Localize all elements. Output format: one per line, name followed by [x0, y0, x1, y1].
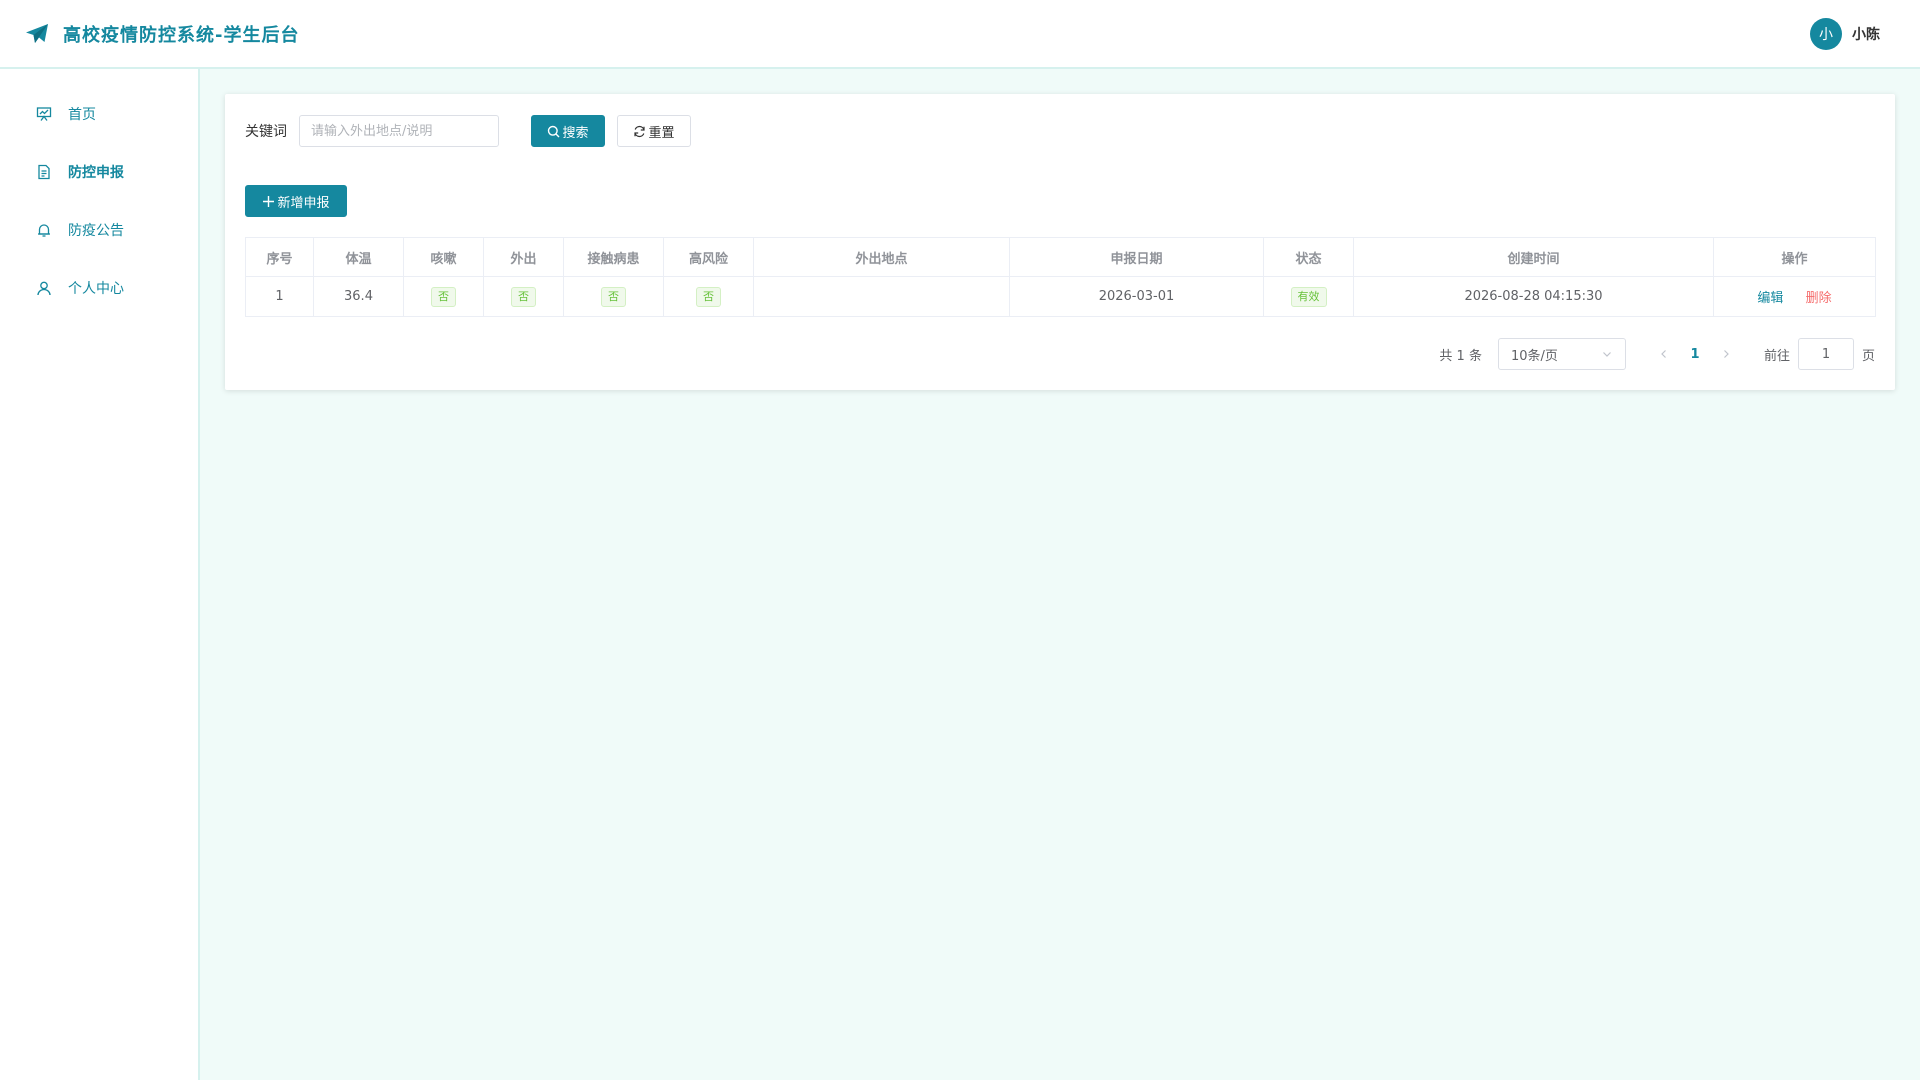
bell-icon	[35, 221, 53, 239]
top-header: 高校疫情防控系统-学生后台 小 小陈	[0, 0, 1920, 69]
add-report-label: 新增申报	[277, 195, 330, 211]
user-icon	[35, 279, 53, 297]
status-badge: 否	[511, 286, 536, 307]
sidebar-item-label: 首页	[68, 107, 96, 123]
column-header[interactable]: 序号	[245, 237, 314, 277]
column-header[interactable]: 体温	[313, 237, 404, 277]
edit-link[interactable]: 编辑	[1757, 291, 1783, 306]
table-header-row: 序号 体温 咳嗽 外出 接触病患 高风险 外出地点 申报日期 状态 创建时间 操…	[245, 237, 1876, 277]
reset-button[interactable]: 重置	[617, 115, 691, 147]
document-icon	[35, 163, 53, 181]
total-count: 共 1 条	[1439, 348, 1482, 364]
sidebar-item-home[interactable]: 首页	[0, 85, 198, 143]
cell-cough: 否	[403, 276, 484, 317]
search-button-label: 搜索	[562, 125, 589, 141]
column-header[interactable]: 申报日期	[1009, 237, 1264, 277]
cell-temperature: 36.4	[313, 276, 404, 317]
refresh-icon	[634, 125, 646, 137]
goto-label: 前往	[1763, 348, 1790, 364]
delete-link[interactable]: 删除	[1806, 291, 1832, 306]
chevron-right-icon	[1724, 350, 1729, 358]
content-card: 关键词 搜索 重置 新增申报 序号 体温 咳嗽 外出 接触病患 高风险	[225, 94, 1895, 390]
prev-page-button[interactable]	[1650, 340, 1678, 368]
status-badge: 否	[431, 286, 456, 307]
column-header[interactable]: 接触病患	[563, 237, 664, 277]
column-header[interactable]: 外出	[483, 237, 564, 277]
keyword-label: 关键词	[245, 124, 287, 140]
column-header[interactable]: 咳嗽	[403, 237, 484, 277]
chevron-left-icon	[1661, 350, 1666, 358]
avatar[interactable]: 小	[1810, 18, 1842, 50]
sidebar-item-report[interactable]: 防控申报	[0, 143, 198, 201]
column-header[interactable]: 状态	[1263, 237, 1354, 277]
cell-actions: 编辑 删除	[1713, 276, 1876, 317]
table-row: 1 36.4 否 否 否 否 2026-03-01 有效 2026-08-28 …	[245, 276, 1876, 317]
sidebar-item-profile[interactable]: 个人中心	[0, 259, 198, 317]
cell-contact: 否	[563, 276, 664, 317]
user-menu[interactable]: 小 小陈	[1810, 18, 1880, 50]
cell-status: 有效	[1263, 276, 1354, 317]
column-header[interactable]: 外出地点	[753, 237, 1010, 277]
sidebar-item-notice[interactable]: 防疫公告	[0, 201, 198, 259]
goto-page-input[interactable]	[1797, 338, 1854, 370]
app-title: 高校疫情防控系统-学生后台	[63, 24, 300, 46]
keyword-input[interactable]	[299, 115, 499, 147]
username[interactable]: 小陈	[1852, 24, 1880, 44]
search-bar: 关键词 搜索 重置	[245, 115, 691, 147]
next-page-button[interactable]	[1712, 340, 1740, 368]
cell-report-date: 2026-03-01	[1009, 276, 1264, 317]
pagination: 共 1 条 10条/页 1 前往 页	[1439, 338, 1875, 370]
status-badge: 有效	[1290, 286, 1327, 307]
chevron-down-icon	[1603, 352, 1611, 357]
column-header[interactable]: 高风险	[663, 237, 754, 277]
sidebar: 首页 防控申报 防疫公告 个人中心	[0, 69, 200, 1080]
cell-high-risk: 否	[663, 276, 754, 317]
plus-icon	[263, 195, 275, 207]
goto-suffix: 页	[1861, 348, 1875, 364]
presentation-icon	[35, 105, 53, 123]
sidebar-item-label: 防疫公告	[68, 223, 124, 239]
column-header: 操作	[1713, 237, 1876, 277]
status-badge: 否	[601, 286, 626, 307]
page-size-value: 10条/页	[1510, 348, 1558, 364]
search-button[interactable]: 搜索	[531, 115, 605, 147]
page-number[interactable]: 1	[1678, 347, 1712, 362]
page-size-select[interactable]: 10条/页	[1497, 338, 1626, 370]
cell-location	[753, 276, 1010, 317]
cell-created-at: 2026-08-28 04:15:30	[1353, 276, 1714, 317]
cell-index: 1	[245, 276, 314, 317]
brand: 高校疫情防控系统-学生后台	[25, 21, 299, 47]
reset-button-label: 重置	[648, 125, 675, 141]
add-report-button[interactable]: 新增申报	[245, 185, 347, 217]
search-icon	[548, 125, 560, 137]
report-table: 序号 体温 咳嗽 外出 接触病患 高风险 外出地点 申报日期 状态 创建时间 操…	[245, 237, 1876, 317]
paper-plane-icon	[25, 22, 49, 46]
sidebar-item-label: 个人中心	[68, 281, 124, 297]
cell-outing: 否	[483, 276, 564, 317]
sidebar-item-label: 防控申报	[68, 165, 124, 181]
status-badge: 否	[696, 286, 721, 307]
column-header[interactable]: 创建时间	[1353, 237, 1714, 277]
